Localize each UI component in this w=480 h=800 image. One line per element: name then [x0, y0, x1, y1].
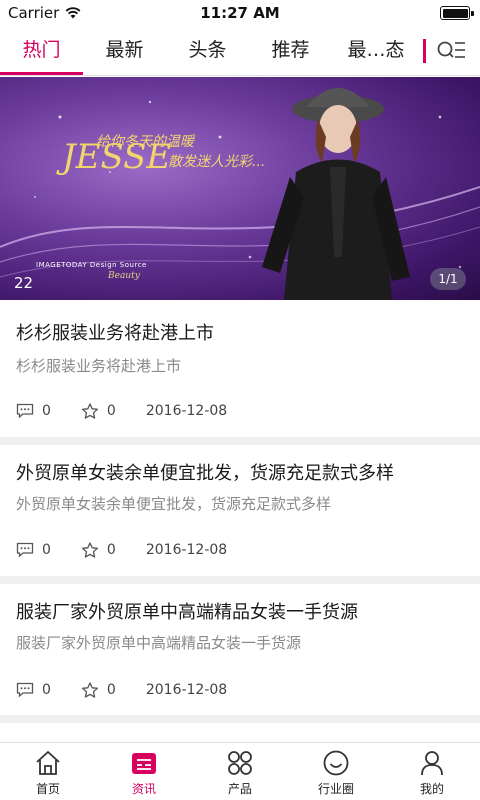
tab-headlines[interactable]: 头条	[166, 26, 249, 76]
comment-icon	[16, 542, 34, 558]
nav-news[interactable]: 资讯	[96, 743, 192, 800]
nav-products-label: 产品	[227, 782, 252, 796]
list-separator	[0, 715, 480, 723]
tab-hot[interactable]: 热门	[0, 26, 83, 76]
list-separator	[0, 437, 480, 445]
banner-brand-sub: Beauty	[108, 271, 140, 281]
news-title: 服装厂家外贸原单中高端精品女装一手货源	[16, 602, 358, 623]
tab-recommended[interactable]: 推荐	[249, 26, 332, 76]
nav-profile[interactable]: 我的	[384, 743, 480, 800]
news-date: 2016-12-08	[145, 542, 228, 558]
like-count: 0	[106, 403, 116, 419]
banner-headline-1: 给你冬天的温暖	[96, 134, 194, 150]
banner-headline-2: 散发迷人光彩...	[168, 154, 266, 170]
banner-carousel[interactable]: JESSE 给你冬天的温暖 散发迷人光彩... IMAGETODAY Desig…	[0, 77, 480, 300]
comment-icon	[16, 403, 34, 419]
news-title: 杉杉服装业务将赴港上市	[16, 323, 214, 344]
banner-pager: 1/1	[430, 268, 466, 290]
tab-divider	[423, 39, 426, 63]
nav-industry-label: 行业圈	[317, 782, 354, 796]
nav-home-label: 首页	[35, 782, 60, 796]
nav-home[interactable]: 首页	[0, 743, 96, 800]
list-separator	[0, 576, 480, 584]
category-tabs: 热门 最新 头条 推荐 最…态	[0, 26, 480, 76]
news-icon	[132, 753, 156, 774]
news-item[interactable]: 外贸原单女装余单便宜批发，货源充足款式多样 外贸原单女装余单便宜批发，货源充足款…	[0, 445, 480, 576]
nav-products[interactable]: 产品	[192, 743, 288, 800]
tab-latest[interactable]: 最新	[83, 26, 166, 76]
home-icon	[36, 751, 60, 775]
news-meta: 0 0 2016-12-08	[16, 401, 227, 421]
news-summary: 外贸原单女装余单便宜批发，货源充足款式多样	[16, 495, 332, 513]
like-count: 0	[106, 682, 116, 698]
comment-icon	[16, 682, 34, 698]
comment-count: 0	[42, 542, 51, 558]
comment-count: 0	[42, 682, 51, 698]
news-item[interactable]: 杉杉服装业务将赴港上市 杉杉服装业务将赴港上市 0 0 2016-12-08	[0, 301, 480, 437]
smile-icon	[323, 750, 349, 776]
bottom-nav: 首页 资讯 产品 行业圈 我的	[0, 742, 480, 800]
news-date: 2016-12-08	[145, 682, 228, 698]
news-summary: 服装厂家外贸原单中高端精品女装一手货源	[16, 634, 302, 652]
star-icon[interactable]	[81, 403, 99, 419]
tab-latest-updates[interactable]: 最…态	[332, 26, 420, 76]
news-meta: 0 0 2016-12-08	[16, 540, 227, 560]
nav-industry[interactable]: 行业圈	[288, 743, 384, 800]
news-title: 外贸原单女装余单便宜批发，货源充足款式多样	[16, 463, 394, 484]
grid-icon	[228, 751, 252, 775]
banner-counter: 22	[14, 274, 34, 292]
status-bar: Carrier 11:27 AM	[0, 0, 480, 26]
news-meta: 0 0 2016-12-08	[16, 680, 227, 700]
battery-icon	[440, 6, 474, 20]
user-icon	[421, 751, 443, 776]
star-icon[interactable]	[81, 542, 99, 558]
category-menu-icon[interactable]	[436, 38, 466, 64]
clock: 11:27 AM	[200, 4, 280, 22]
star-icon[interactable]	[81, 682, 99, 698]
like-count: 0	[106, 542, 116, 558]
comment-count: 0	[42, 403, 51, 419]
news-summary: 杉杉服装业务将赴港上市	[16, 357, 182, 375]
banner-brand: IMAGETODAY Design Source	[36, 261, 147, 269]
news-date: 2016-12-08	[145, 403, 228, 419]
active-tab-indicator	[0, 72, 83, 75]
news-item[interactable]: 服装厂家外贸原单中高端精品女装一手货源 服装厂家外贸原单中高端精品女装一手货源 …	[0, 584, 480, 715]
nav-profile-label: 我的	[419, 782, 444, 796]
nav-news-label: 资讯	[131, 782, 156, 796]
